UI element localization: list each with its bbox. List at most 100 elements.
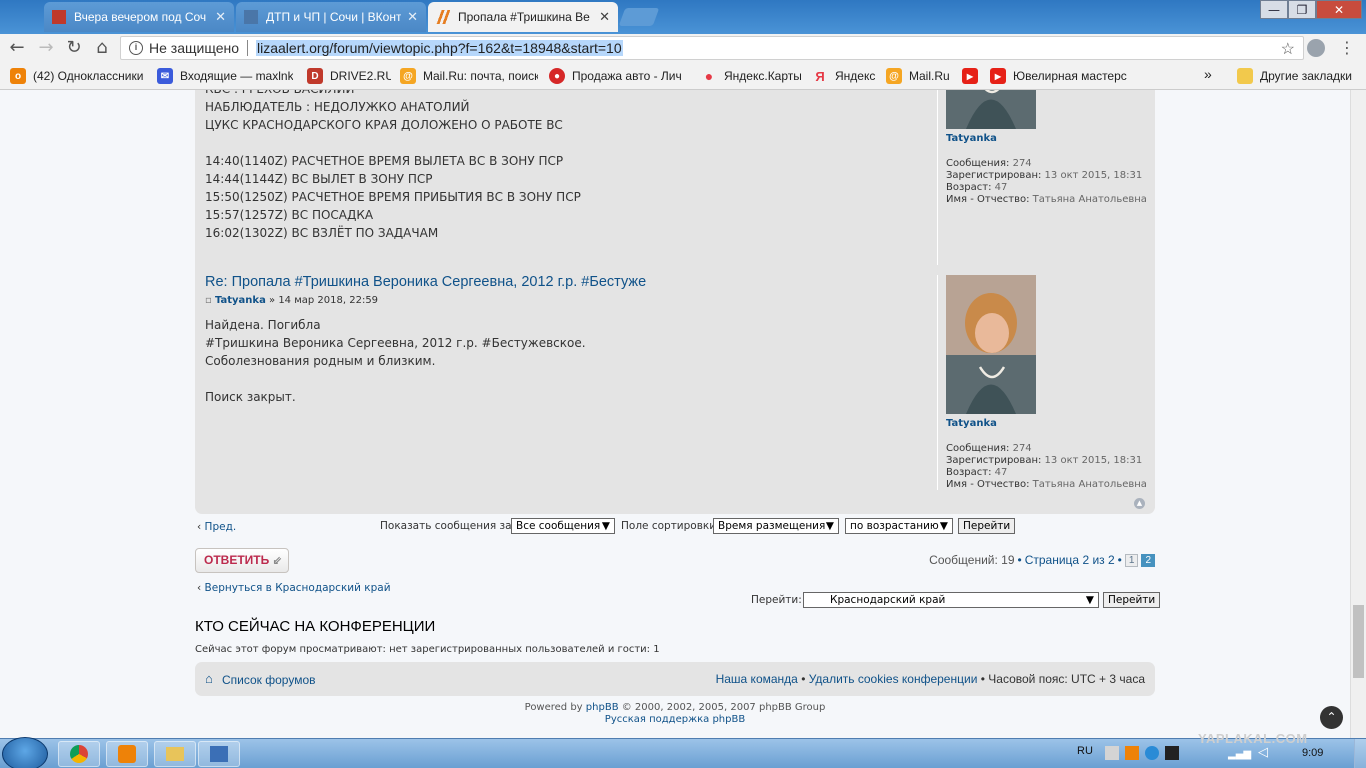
chrome-taskbar-icon[interactable] xyxy=(58,741,100,767)
lizaalert-favicon-icon xyxy=(436,10,450,24)
address-bar[interactable]: i Не защищено lizaalert.org/forum/viewto… xyxy=(120,36,1304,60)
bookmark-star-icon[interactable]: ☆ xyxy=(1281,39,1295,59)
sort-go-button[interactable]: Перейти xyxy=(958,518,1016,534)
home-icon[interactable]: ⌂ xyxy=(91,37,113,59)
back-arrow-icon[interactable]: ← xyxy=(6,37,28,59)
powered-by-text: Powered by xyxy=(524,702,583,713)
youtube-icon: ▶ xyxy=(962,68,978,84)
tab-close-icon[interactable]: ✕ xyxy=(599,9,610,25)
team-link[interactable]: Наша команда xyxy=(716,672,798,686)
username[interactable]: Tatyanka xyxy=(946,418,1147,429)
url-text[interactable]: lizaalert.org/forum/viewtopic.php?f=162&… xyxy=(256,40,623,56)
sort-field-select[interactable]: Время размещения ▼ xyxy=(713,518,839,534)
menu-icon[interactable]: ⋮ xyxy=(1336,37,1358,59)
more-bookmarks-button[interactable]: » xyxy=(1204,66,1212,82)
reply-button[interactable]: ОТВЕТИТЬ ⇙ xyxy=(195,548,289,573)
registered-value: 13 окт 2015, 18:31 xyxy=(1044,455,1143,466)
bookmark-label: Яндекс.Карты xyxy=(724,69,801,83)
forum-index-link[interactable]: Список форумов xyxy=(222,673,316,687)
minimize-button[interactable]: — xyxy=(1260,0,1288,19)
browser-tab-active[interactable]: Пропала #Тришкина Ве ✕ xyxy=(428,2,618,32)
profile-age: Возраст: 47 xyxy=(946,182,1147,194)
tab-close-icon[interactable]: ✕ xyxy=(407,9,418,25)
forward-arrow-icon[interactable]: → xyxy=(35,37,57,59)
show-posts-select[interactable]: Все сообщения ▼ xyxy=(511,518,615,534)
bookmark-item[interactable]: ● Продажа авто - Лич xyxy=(549,68,687,84)
start-button[interactable] xyxy=(2,737,48,768)
back-to-forum-link[interactable]: ‹ Вернуться в Краснодарский край xyxy=(197,582,391,594)
maximize-button[interactable]: ❐ xyxy=(1288,0,1316,19)
folder-icon xyxy=(1237,68,1253,84)
copyright-text: © 2000, 2002, 2005, 2007 phpBB Group xyxy=(621,702,826,713)
browser-tab[interactable]: ДТП и ЧП | Сочи | ВКонт ✕ xyxy=(236,2,426,32)
tray-icon[interactable] xyxy=(1125,746,1139,760)
bookmark-label: (42) Одноклассники xyxy=(33,69,144,83)
online-text: Сейчас этот форум просматривают: нет зар… xyxy=(195,644,660,655)
language-indicator[interactable]: RU xyxy=(1077,745,1093,757)
bookmark-item[interactable]: ● Яндекс.Карты xyxy=(701,68,801,84)
user-avatar[interactable] xyxy=(946,275,1036,414)
phpbb-link[interactable]: phpBB xyxy=(586,702,619,713)
volume-icon[interactable]: ◁ xyxy=(1258,745,1268,760)
page-1-button[interactable]: 1 xyxy=(1124,553,1139,567)
user-avatar[interactable] xyxy=(946,90,1036,129)
bookmark-item[interactable]: ▶ xyxy=(962,68,980,84)
profile-posts: Сообщения: 274 xyxy=(946,443,1147,455)
profile-registered: Зарегистрирован: 13 окт 2015, 18:31 xyxy=(946,170,1147,182)
russian-support-link[interactable]: Русская поддержка phpBB xyxy=(195,714,1155,726)
app-taskbar-icon[interactable] xyxy=(198,741,240,767)
reload-icon[interactable]: ↻ xyxy=(63,37,85,59)
bookmark-item[interactable]: Я Яндекс xyxy=(812,68,876,84)
post-line: Соболезнования родным и близким. xyxy=(205,354,436,368)
page-indicator[interactable]: Страница 2 из 2 xyxy=(1025,553,1115,567)
dropdown-arrow-icon: ▼ xyxy=(825,520,834,532)
vk-favicon-icon xyxy=(244,10,258,24)
browser-tab[interactable]: Вчера вечером под Соч ✕ xyxy=(44,2,234,32)
bookmark-item[interactable]: ✉ Входящие — maxlnk xyxy=(157,68,293,84)
security-label: Не защищено xyxy=(149,40,239,56)
back-to-top-icon[interactable]: ▲ xyxy=(1134,498,1145,509)
tab-close-icon[interactable]: ✕ xyxy=(215,9,226,25)
jump-go-button[interactable]: Перейти xyxy=(1103,592,1161,608)
window-close-button[interactable]: ✕ xyxy=(1316,0,1362,19)
show-desktop-button[interactable] xyxy=(1354,739,1366,768)
footer-links: Наша команда • Удалить cookies конференц… xyxy=(716,672,1145,686)
chevron-left-icon: ‹ xyxy=(197,521,202,533)
tray-icons xyxy=(1105,746,1179,760)
post-content: Найдена. Погибла #Тришкина Вероника Серг… xyxy=(205,316,930,406)
profile-name: Имя - Отчество: Татьяна Анатольевна xyxy=(946,194,1147,206)
tray-icon[interactable] xyxy=(1145,746,1159,760)
sort-order-select[interactable]: по возрастанию ▼ xyxy=(845,518,953,534)
page-2-button[interactable]: 2 xyxy=(1141,553,1155,567)
post-author[interactable]: Tatyanka xyxy=(215,295,266,306)
bookmark-item[interactable]: @ Mail.Ru: почта, поиск xyxy=(400,68,538,84)
bookmark-item[interactable]: о (42) Одноклассники xyxy=(10,68,148,84)
odnoklassniki-taskbar-icon[interactable] xyxy=(106,741,148,767)
network-icon[interactable]: ▂▄▆ xyxy=(1228,749,1251,760)
delete-cookies-link[interactable]: Удалить cookies конференции xyxy=(809,672,978,686)
clock[interactable]: 9:09 xyxy=(1302,747,1323,759)
jump-select[interactable]: Краснодарский край ▼ xyxy=(803,592,1099,608)
dropdown-arrow-icon: ▼ xyxy=(939,520,948,532)
explorer-taskbar-icon[interactable] xyxy=(154,741,196,767)
other-bookmarks-folder[interactable]: Другие закладки xyxy=(1237,68,1357,84)
pagination: Сообщений: 19 • Страница 2 из 2 • 1 2 xyxy=(929,553,1155,567)
username[interactable]: Tatyanka xyxy=(946,133,1147,144)
post-line: 15:50(1250Z) РАСЧЕТНОЕ ВРЕМЯ ПРИБЫТИЯ ВС… xyxy=(205,190,581,204)
post-line xyxy=(205,370,930,388)
scrollbar[interactable] xyxy=(1350,90,1366,738)
scroll-top-icon[interactable]: ⌃ xyxy=(1320,706,1343,729)
bookmark-item[interactable]: D DRIVE2.RU xyxy=(307,68,391,84)
new-tab-button[interactable] xyxy=(618,8,660,26)
post-date: » 14 мар 2018, 22:59 xyxy=(269,295,379,306)
prev-link[interactable]: ‹ Пред. xyxy=(197,521,236,533)
scrollbar-thumb[interactable] xyxy=(1353,605,1364,678)
post-title[interactable]: Re: Пропала #Тришкина Вероника Сергеевна… xyxy=(205,273,930,291)
tray-icon[interactable] xyxy=(1105,746,1119,760)
tray-icon[interactable] xyxy=(1165,746,1179,760)
info-icon[interactable]: i xyxy=(129,41,143,55)
bookmark-item[interactable]: @ Mail.Ru xyxy=(886,68,952,84)
skype-extension-icon[interactable] xyxy=(1307,39,1325,57)
bookmarks-bar: о (42) Одноклассники ✉ Входящие — maxlnk… xyxy=(0,62,1366,90)
bookmark-item[interactable]: ▶ Ювелирная мастерс xyxy=(990,68,1128,84)
